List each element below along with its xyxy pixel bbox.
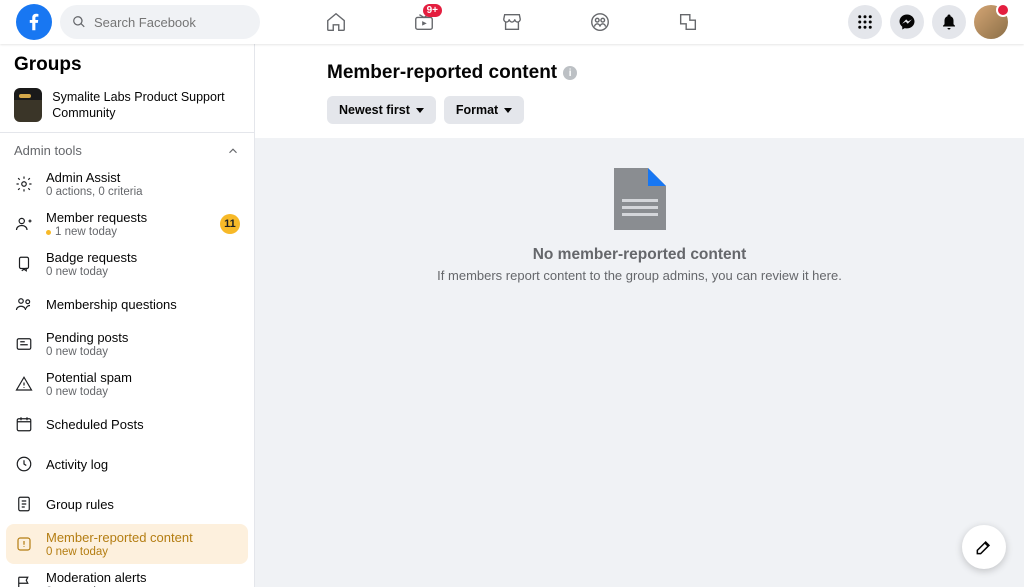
sidebar-item-badge-requests[interactable]: Badge requests0 new today	[6, 244, 248, 284]
watch-badge: 9+	[423, 4, 442, 17]
caret-down-icon	[504, 108, 512, 113]
facebook-logo[interactable]	[16, 4, 52, 40]
sidebar: Groups Symalite Labs Product Support Com…	[0, 44, 255, 587]
users-icon	[14, 295, 34, 313]
badge-count: 11	[220, 214, 240, 234]
sidebar-item-pending-posts[interactable]: Pending posts0 new today	[6, 324, 248, 364]
sidebar-item-admin-assist[interactable]: Admin Assist0 actions, 0 criteria	[6, 164, 248, 204]
notifications-button[interactable]	[932, 5, 966, 39]
compose-button[interactable]	[962, 525, 1006, 569]
gear-icon	[14, 175, 34, 193]
flag-icon	[14, 575, 34, 587]
group-thumbnail	[14, 88, 42, 122]
pending-icon	[14, 335, 34, 353]
page-title: Member-reported content	[327, 62, 557, 84]
messenger-button[interactable]	[890, 5, 924, 39]
search-icon	[72, 15, 86, 29]
format-filter[interactable]: Format	[444, 96, 524, 124]
sidebar-item-moderation-alerts[interactable]: Moderation alerts0 new today	[6, 564, 248, 587]
chevron-up-icon	[226, 144, 240, 158]
report-icon	[14, 535, 34, 553]
clock-icon	[14, 455, 34, 473]
sidebar-item-member-reported[interactable]: Member-reported content0 new today	[6, 524, 248, 564]
sidebar-item-group-rules[interactable]: Group rules	[6, 484, 248, 524]
user-plus-icon	[14, 215, 34, 233]
badge-icon	[14, 255, 34, 273]
profile-avatar[interactable]	[974, 5, 1008, 39]
sidebar-item-scheduled-posts[interactable]: Scheduled Posts	[6, 404, 248, 444]
nav-watch[interactable]: 9+	[384, 0, 464, 44]
info-icon[interactable]: i	[563, 66, 577, 80]
sidebar-item-activity-log[interactable]: Activity log	[6, 444, 248, 484]
caret-down-icon	[416, 108, 424, 113]
sort-filter[interactable]: Newest first	[327, 96, 436, 124]
empty-subtitle: If members report content to the group a…	[437, 268, 842, 283]
nav-gaming[interactable]	[648, 0, 728, 44]
sidebar-item-member-requests[interactable]: Member requests1 new today 11	[6, 204, 248, 244]
search-box[interactable]	[60, 5, 260, 39]
search-input[interactable]	[94, 15, 248, 30]
rules-icon	[14, 495, 34, 513]
group-name: Symalite Labs Product Support Community	[52, 89, 240, 122]
nav-groups[interactable]	[560, 0, 640, 44]
admin-tools-header[interactable]: Admin tools	[0, 133, 254, 164]
group-header[interactable]: Symalite Labs Product Support Community	[0, 84, 254, 132]
warning-icon	[14, 375, 34, 393]
calendar-icon	[14, 415, 34, 433]
nav-marketplace[interactable]	[472, 0, 552, 44]
sidebar-item-potential-spam[interactable]: Potential spam0 new today	[6, 364, 248, 404]
menu-button[interactable]	[848, 5, 882, 39]
sidebar-title: Groups	[0, 44, 254, 84]
nav-home[interactable]	[296, 0, 376, 44]
empty-title: No member-reported content	[533, 246, 747, 264]
sidebar-item-membership-questions[interactable]: Membership questions	[6, 284, 248, 324]
empty-state-icon	[614, 168, 666, 230]
